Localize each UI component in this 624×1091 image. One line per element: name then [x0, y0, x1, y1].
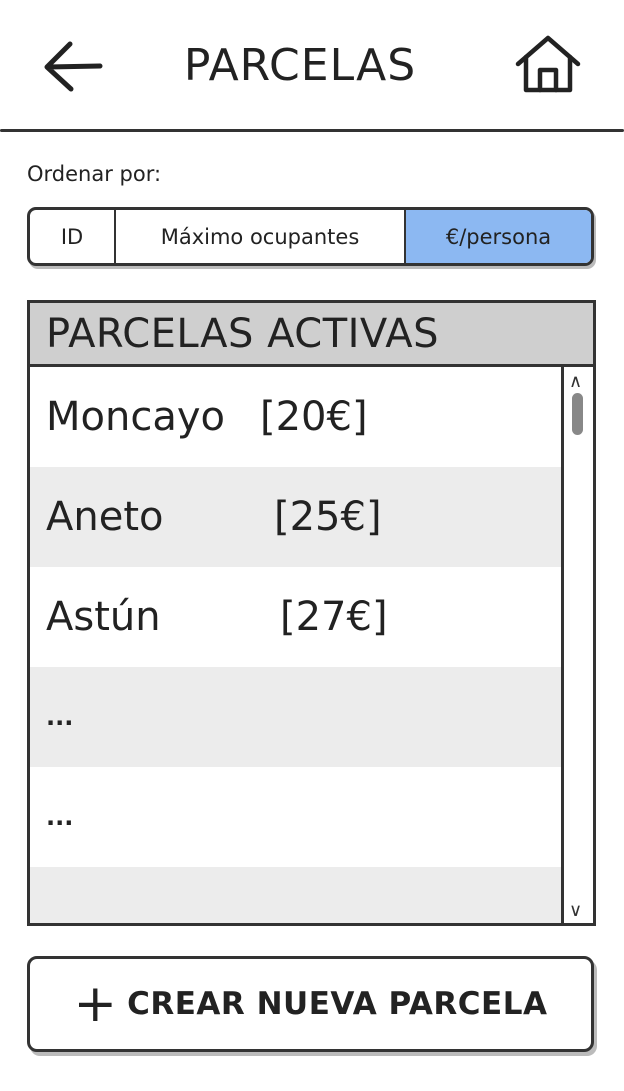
list-title: PARCELAS ACTIVAS: [30, 303, 593, 367]
sort-option-euro-per-person[interactable]: €/persona: [406, 210, 591, 263]
home-button[interactable]: [512, 32, 584, 98]
header-divider: [0, 129, 624, 132]
list-scrollbar[interactable]: ∧ ∨: [561, 367, 593, 923]
sort-label: Ordenar por:: [27, 162, 162, 186]
list-item[interactable]: ...: [30, 767, 564, 867]
plot-name: Aneto: [46, 494, 164, 540]
list-item[interactable]: Astún [27€]: [30, 567, 564, 667]
list-item[interactable]: [30, 867, 564, 923]
plot-name: ...: [46, 703, 74, 731]
scroll-down-icon[interactable]: ∨: [569, 900, 582, 921]
list-item[interactable]: Moncayo [20€]: [30, 367, 564, 467]
list-item[interactable]: Aneto [25€]: [30, 467, 564, 567]
create-plot-label: CREAR NUEVA PARCELA: [127, 986, 548, 1022]
active-plots-panel: PARCELAS ACTIVAS Moncayo [20€] Aneto [25…: [27, 300, 596, 926]
scroll-up-icon[interactable]: ∧: [569, 371, 582, 392]
plot-name: Astún: [46, 594, 161, 640]
plot-price: [20€]: [260, 394, 368, 440]
plot-name: ...: [46, 803, 74, 831]
list-item[interactable]: ...: [30, 667, 564, 767]
sort-option-max-occupants[interactable]: Máximo ocupantes: [116, 210, 406, 263]
sort-segmented-control: ID Máximo ocupantes €/persona: [27, 207, 594, 266]
sort-option-id[interactable]: ID: [30, 210, 116, 263]
plus-icon: +: [73, 974, 118, 1034]
back-button[interactable]: [40, 34, 106, 100]
create-plot-button[interactable]: + CREAR NUEVA PARCELA: [27, 956, 594, 1052]
plot-price: [25€]: [274, 494, 382, 540]
plot-price: [27€]: [280, 594, 388, 640]
plots-list: Moncayo [20€] Aneto [25€] Astún [27€] ..…: [30, 367, 564, 923]
app-header: PARCELAS: [0, 0, 624, 132]
home-icon: [515, 35, 581, 93]
scroll-thumb[interactable]: [572, 393, 583, 435]
page-title: PARCELAS: [183, 40, 417, 91]
plot-name: Moncayo: [46, 394, 225, 440]
arrow-left-icon: [44, 41, 103, 92]
